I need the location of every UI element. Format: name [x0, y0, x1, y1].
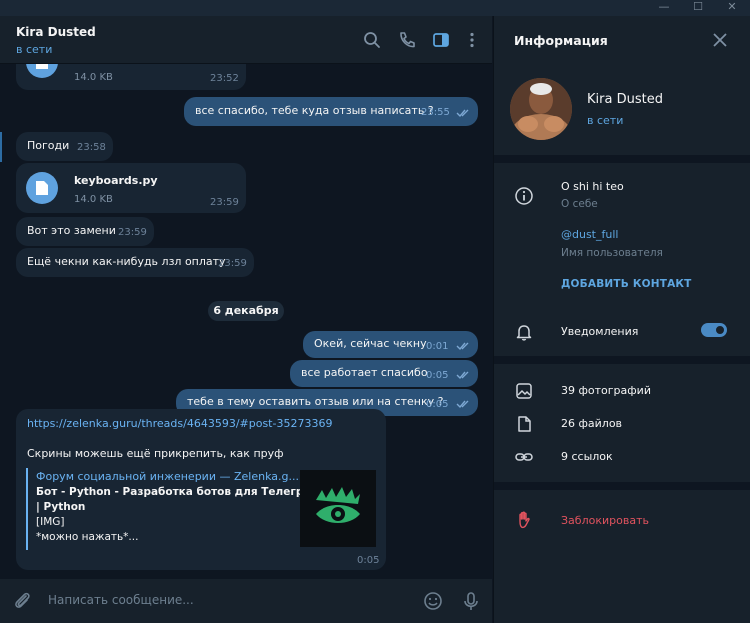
more-icon[interactable]: [462, 30, 482, 50]
outgoing-message[interactable]: Окей, сейчас чекну 0:01: [303, 331, 478, 358]
preview-title: Бот - Python - Разработка ботов для Теле…: [36, 486, 320, 498]
message-time: 23:59: [218, 258, 247, 269]
file-icon[interactable]: [26, 64, 58, 78]
emoji-icon[interactable]: [422, 590, 444, 612]
scroll-indicator[interactable]: [0, 132, 2, 162]
window-close-icon[interactable]: ✕: [718, 0, 746, 16]
date-separator: 6 декабря: [208, 301, 284, 321]
file-icon: [514, 414, 534, 434]
message-composer: Написать сообщение...: [0, 579, 492, 623]
section-divider: [494, 482, 750, 490]
info-panel: Информация Kira Dusted в сети O shi hi t…: [493, 16, 750, 623]
attach-icon[interactable]: [11, 590, 33, 612]
notifications-label: Уведомления: [561, 325, 639, 338]
link-icon: [514, 447, 534, 467]
add-contact-button[interactable]: ДОБАВИТЬ КОНТАКТ: [561, 278, 692, 290]
avatar[interactable]: [510, 78, 572, 140]
chat-area: Kira Dusted в сети 14.0 KB 23:52 все спа…: [0, 16, 492, 623]
files-link[interactable]: 26 файлов: [561, 417, 622, 430]
profile-status: в сети: [587, 114, 624, 127]
preview-site-name: Форум социальной инженерии — Zelenka.g..…: [36, 470, 299, 483]
message-text: Ещё чекни как-нибудь лзл оплату: [27, 255, 226, 268]
section-divider: [494, 155, 750, 163]
block-user-button[interactable]: Заблокировать: [561, 514, 649, 527]
links-link[interactable]: 9 ссылок: [561, 450, 613, 463]
preview-thumbnail[interactable]: [300, 470, 376, 547]
link-preview[interactable]: Форум социальной инженерии — Zelenka.g..…: [26, 468, 381, 550]
message-time: 23:55: [421, 107, 450, 118]
message-text: Окей, сейчас чекну: [314, 337, 427, 350]
incoming-message[interactable]: Ещё чекни как-нибудь лзл оплату 23:59: [16, 248, 254, 277]
outgoing-message[interactable]: все работает спасибо 0:05: [290, 360, 478, 387]
message-time: 0:05: [357, 555, 380, 566]
maximize-icon[interactable]: ☐: [684, 0, 712, 16]
message-text: Вот это замени: [27, 224, 116, 237]
block-hand-icon: [514, 510, 534, 530]
link-message[interactable]: https://zelenka.guru/threads/4643593/#po…: [16, 409, 386, 570]
file-size: 14.0 KB: [74, 72, 113, 83]
chat-header: Kira Dusted в сети: [0, 16, 492, 64]
message-list[interactable]: 14.0 KB 23:52 все спасибо, тебе куда отз…: [0, 64, 492, 579]
profile-name: Kira Dusted: [587, 92, 663, 107]
preview-title-cont: | Python: [36, 501, 86, 513]
read-check-icon: [456, 108, 470, 118]
photos-icon: [514, 381, 534, 401]
chat-contact-status: в сети: [16, 43, 53, 56]
incoming-message[interactable]: Вот это замени 23:59: [16, 217, 154, 246]
message-link[interactable]: https://zelenka.guru/threads/4643593/#po…: [27, 417, 332, 430]
file-message[interactable]: 14.0 KB 23:52: [16, 64, 246, 90]
info-panel-title: Информация: [514, 33, 608, 48]
toggle-knob: [714, 324, 726, 336]
message-time: 0:01: [426, 341, 449, 352]
bell-icon: [514, 322, 534, 342]
incoming-message[interactable]: Погоди 23:58: [16, 132, 113, 161]
outgoing-message[interactable]: все спасибо, тебе куда отзыв написать ? …: [184, 97, 478, 126]
file-message[interactable]: keyboards.py 14.0 KB 23:59: [16, 163, 246, 213]
close-icon[interactable]: [712, 32, 728, 48]
message-time: 0:05: [426, 370, 449, 381]
chat-contact-name[interactable]: Kira Dusted: [16, 25, 96, 39]
bio-label: О себе: [561, 198, 598, 210]
message-text: Погоди: [27, 139, 70, 152]
message-time: 23:52: [210, 73, 239, 84]
message-text: Скрины можешь ещё прикрепить, как пруф: [27, 447, 284, 460]
message-input[interactable]: Написать сообщение...: [48, 593, 194, 607]
message-text: все работает спасибо: [301, 366, 428, 379]
info-icon: [514, 186, 534, 206]
sidebar-toggle-icon[interactable]: [431, 30, 451, 50]
phone-icon[interactable]: [397, 30, 417, 50]
message-text: тебе в тему оставить отзыв или на стенку…: [187, 395, 444, 408]
minimize-icon[interactable]: —: [650, 0, 678, 16]
message-time: 23:58: [77, 142, 106, 153]
message-time: 23:59: [210, 197, 239, 208]
bio-text: O shi hi teo: [561, 180, 624, 193]
read-check-icon: [456, 370, 470, 380]
preview-line: *можно нажать*...: [36, 531, 139, 543]
file-name[interactable]: keyboards.py: [74, 174, 158, 187]
file-size: 14.0 KB: [74, 194, 113, 205]
read-check-icon: [456, 399, 470, 409]
photos-link[interactable]: 39 фотографий: [561, 384, 651, 397]
file-icon[interactable]: [26, 172, 58, 204]
preview-line: [IMG]: [36, 516, 65, 528]
notifications-toggle[interactable]: [701, 323, 727, 337]
read-check-icon: [456, 341, 470, 351]
message-time: 0:05: [426, 399, 449, 410]
username-label: Имя пользователя: [561, 247, 663, 259]
microphone-icon[interactable]: [460, 590, 482, 612]
section-divider: [494, 356, 750, 364]
message-time: 23:59: [118, 227, 147, 238]
username-text[interactable]: @dust_full: [561, 228, 618, 241]
search-icon[interactable]: [362, 30, 382, 50]
window-titlebar: — ☐ ✕: [0, 0, 750, 16]
message-text: все спасибо, тебе куда отзыв написать ?: [195, 104, 434, 117]
